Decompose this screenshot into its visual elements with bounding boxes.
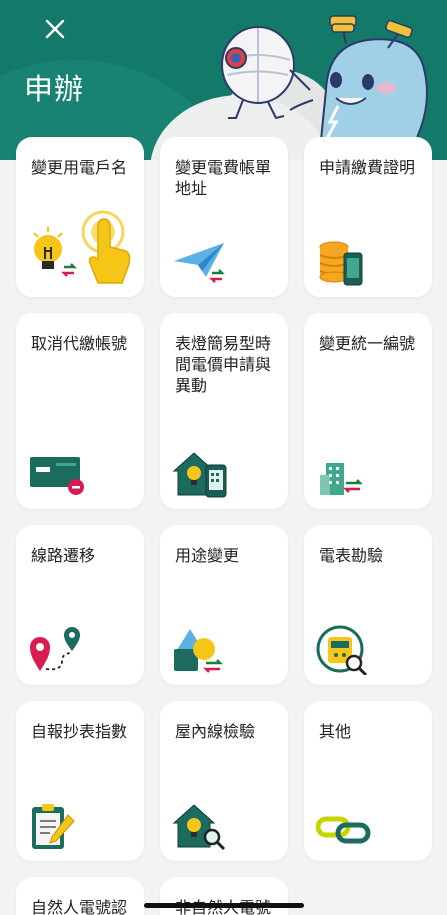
card-natural-person-verify[interactable]: 自然人電號認 bbox=[16, 877, 144, 915]
page-title: 申辦 bbox=[24, 72, 85, 106]
card-label: 申請繳費證明 bbox=[319, 158, 416, 177]
card-change-account-name[interactable]: 變更用電戶名 bbox=[16, 137, 144, 297]
card-change-bill-address[interactable]: 變更電費帳單地址 bbox=[160, 137, 288, 297]
card-label: 取消代繳帳號 bbox=[31, 334, 128, 353]
card-label: 自報抄表指數 bbox=[31, 722, 128, 741]
card-non-natural-person[interactable]: 非自然人電號 bbox=[160, 877, 288, 915]
card-label: 電表勘驗 bbox=[319, 546, 384, 565]
card-self-report-meter[interactable]: 自報抄表指數 bbox=[16, 701, 144, 861]
bulb-transfer-icon bbox=[33, 210, 131, 284]
home-indicator bbox=[144, 903, 304, 908]
card-label: 變更電費帳單地址 bbox=[175, 158, 272, 198]
card-other[interactable]: 其他 bbox=[304, 701, 432, 861]
close-icon[interactable] bbox=[40, 14, 70, 44]
meter-inspect-icon bbox=[316, 625, 368, 675]
card-cancel-autopay[interactable]: 取消代繳帳號 bbox=[16, 313, 144, 509]
clipboard-pen-icon bbox=[32, 804, 75, 849]
card-meter-inspection[interactable]: 電表勘驗 bbox=[304, 525, 432, 685]
house-inspect-icon bbox=[172, 804, 226, 851]
chain-link-icon bbox=[316, 816, 371, 844]
card-apply-payment-proof[interactable]: 申請繳費證明 bbox=[304, 137, 432, 297]
card-label: 自然人電號認 bbox=[31, 898, 128, 915]
card-indoor-wiring-inspection[interactable]: 屋內線檢驗 bbox=[160, 701, 288, 861]
card-label: 表燈簡易型時間電價申請與異動 bbox=[175, 334, 272, 395]
shapes-transfer-icon bbox=[174, 629, 223, 673]
location-pins-icon bbox=[30, 627, 80, 671]
paper-plane-icon bbox=[174, 243, 225, 283]
card-usage-change[interactable]: 用途變更 bbox=[160, 525, 288, 685]
card-time-of-use-rate[interactable]: 表燈簡易型時間電價申請與異動 bbox=[160, 313, 288, 509]
card-remove-icon bbox=[30, 457, 84, 495]
coins-phone-icon bbox=[319, 241, 363, 286]
card-label: 用途變更 bbox=[175, 546, 240, 565]
card-label: 變更統一編號 bbox=[319, 334, 416, 353]
card-label: 變更用電戶名 bbox=[31, 158, 128, 177]
building-transfer-icon bbox=[320, 463, 363, 495]
card-label: 其他 bbox=[319, 722, 352, 741]
card-change-tax-id[interactable]: 變更統一編號 bbox=[304, 313, 432, 509]
house-phone-icon bbox=[172, 452, 227, 498]
card-label: 線路遷移 bbox=[31, 546, 96, 565]
card-label: 屋內線檢驗 bbox=[175, 722, 256, 741]
card-line-relocation[interactable]: 線路遷移 bbox=[16, 525, 144, 685]
